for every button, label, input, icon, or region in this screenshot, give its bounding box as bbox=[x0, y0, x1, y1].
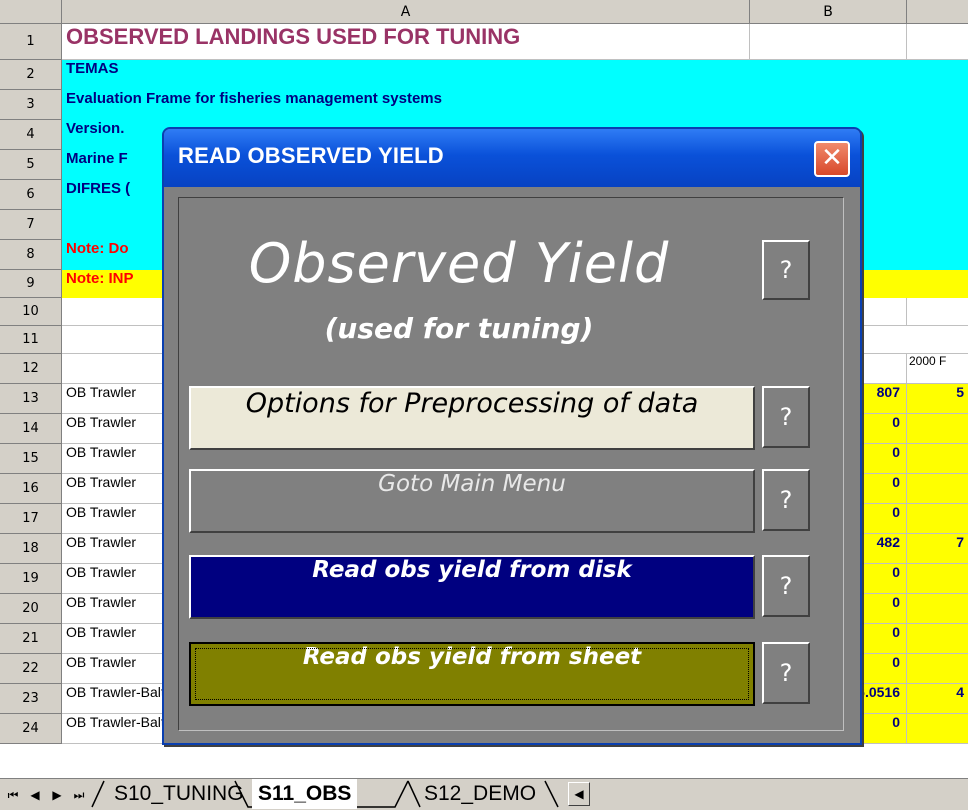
column-header-b[interactable]: B bbox=[750, 0, 907, 24]
row-header[interactable]: 11 bbox=[0, 326, 62, 354]
options-preprocessing-button[interactable]: Options for Preprocessing of data bbox=[189, 386, 755, 450]
cell-b[interactable] bbox=[750, 24, 907, 60]
cell-c[interactable] bbox=[907, 270, 968, 298]
cell-b[interactable] bbox=[750, 60, 907, 90]
cell-c[interactable] bbox=[907, 504, 968, 534]
close-button[interactable]: ✕ bbox=[814, 141, 850, 177]
prev-sheet-icon[interactable]: ◀ bbox=[24, 785, 46, 805]
sheet-tab-s11-obs[interactable]: S11_OBS bbox=[252, 779, 358, 809]
cell-c[interactable] bbox=[907, 90, 968, 120]
row-header[interactable]: 18 bbox=[0, 534, 62, 564]
cell-a[interactable]: OBSERVED LANDINGS USED FOR TUNING bbox=[62, 24, 750, 60]
row-header[interactable]: 7 bbox=[0, 210, 62, 240]
row-header[interactable]: 10 bbox=[0, 298, 62, 326]
next-sheet-icon[interactable]: ▶ bbox=[46, 785, 68, 805]
cell-c[interactable] bbox=[907, 474, 968, 504]
cell-c[interactable] bbox=[907, 240, 968, 270]
goto-main-menu-button[interactable]: Goto Main Menu bbox=[189, 469, 755, 533]
cell-a[interactable]: TEMAS bbox=[62, 60, 750, 90]
cell-c[interactable] bbox=[907, 594, 968, 624]
help-button-main-menu[interactable]: ? bbox=[762, 469, 810, 531]
cell-b[interactable] bbox=[750, 90, 907, 120]
heading: Observed Yield bbox=[248, 232, 670, 295]
help-button-disk[interactable]: ? bbox=[762, 555, 810, 617]
row-header[interactable]: 14 bbox=[0, 414, 62, 444]
cell-c[interactable] bbox=[907, 210, 968, 240]
select-all-corner[interactable] bbox=[0, 0, 62, 24]
column-header-c[interactable] bbox=[907, 0, 968, 24]
cell-c[interactable]: 5 bbox=[907, 384, 968, 414]
row-header[interactable]: 9 bbox=[0, 270, 62, 298]
row-header[interactable]: 21 bbox=[0, 624, 62, 654]
first-sheet-icon[interactable]: ⏮ bbox=[2, 785, 24, 805]
row-header[interactable]: 13 bbox=[0, 384, 62, 414]
subheading: (used for tuning) bbox=[324, 312, 594, 345]
cell-c[interactable] bbox=[907, 60, 968, 90]
dialog-body: Observed Yield (used for tuning) ? Optio… bbox=[178, 197, 844, 731]
cell-c[interactable] bbox=[907, 180, 968, 210]
dialog-title: READ OBSERVED YIELD bbox=[178, 143, 444, 168]
row-header[interactable]: 1 bbox=[0, 24, 62, 60]
sheet-tab-bar: ⏮ ◀ ▶ ⏭ S10_TUNING S11_OBS S12_DEMO ◀ bbox=[0, 778, 968, 810]
row-header[interactable]: 12 bbox=[0, 354, 62, 384]
row-header[interactable]: 8 bbox=[0, 240, 62, 270]
read-from-sheet-button[interactable]: Read obs yield from sheet bbox=[189, 642, 755, 706]
cell-c[interactable]: 2000 F bbox=[907, 354, 968, 384]
column-header-a[interactable]: A bbox=[62, 0, 750, 24]
help-button-heading[interactable]: ? bbox=[762, 240, 810, 300]
row-header[interactable]: 15 bbox=[0, 444, 62, 474]
cell-c[interactable] bbox=[907, 714, 968, 744]
row-header[interactable]: 23 bbox=[0, 684, 62, 714]
read-from-disk-button[interactable]: Read obs yield from disk bbox=[189, 555, 755, 619]
tab-scroll-left-icon[interactable]: ◀ bbox=[568, 782, 590, 806]
sheet-tab-s12-demo[interactable]: S12_DEMO bbox=[418, 779, 542, 809]
row-header[interactable]: 20 bbox=[0, 594, 62, 624]
row-header[interactable]: 5 bbox=[0, 150, 62, 180]
row-header[interactable]: 4 bbox=[0, 120, 62, 150]
help-button-options[interactable]: ? bbox=[762, 386, 810, 448]
cell-c[interactable]: 7 bbox=[907, 534, 968, 564]
row-header[interactable]: 16 bbox=[0, 474, 62, 504]
cell-c[interactable] bbox=[907, 624, 968, 654]
sheet-tab-s10-tuning[interactable]: S10_TUNING bbox=[108, 779, 250, 809]
row-header[interactable]: 3 bbox=[0, 90, 62, 120]
cell-c[interactable] bbox=[907, 120, 968, 150]
dialog-titlebar[interactable]: READ OBSERVED YIELD ✕ bbox=[164, 129, 860, 187]
last-sheet-icon[interactable]: ⏭ bbox=[68, 785, 90, 805]
read-observed-yield-dialog: READ OBSERVED YIELD ✕ Observed Yield (us… bbox=[162, 127, 862, 745]
cell-c[interactable]: 4 bbox=[907, 684, 968, 714]
cell-a[interactable]: Evaluation Frame for fisheries managemen… bbox=[62, 90, 750, 120]
cell-c[interactable] bbox=[907, 150, 968, 180]
row-header[interactable]: 22 bbox=[0, 654, 62, 684]
help-button-sheet[interactable]: ? bbox=[762, 642, 810, 704]
cell-c[interactable] bbox=[907, 654, 968, 684]
cell-c[interactable] bbox=[907, 24, 968, 60]
cell-c[interactable] bbox=[907, 414, 968, 444]
cell-c[interactable] bbox=[907, 444, 968, 474]
cell-c[interactable] bbox=[907, 564, 968, 594]
row-header[interactable]: 17 bbox=[0, 504, 62, 534]
row-header[interactable]: 19 bbox=[0, 564, 62, 594]
row-header[interactable]: 2 bbox=[0, 60, 62, 90]
row-header[interactable]: 6 bbox=[0, 180, 62, 210]
focus-rectangle bbox=[195, 648, 749, 700]
row-header[interactable]: 24 bbox=[0, 714, 62, 744]
cell-c[interactable] bbox=[907, 298, 968, 326]
